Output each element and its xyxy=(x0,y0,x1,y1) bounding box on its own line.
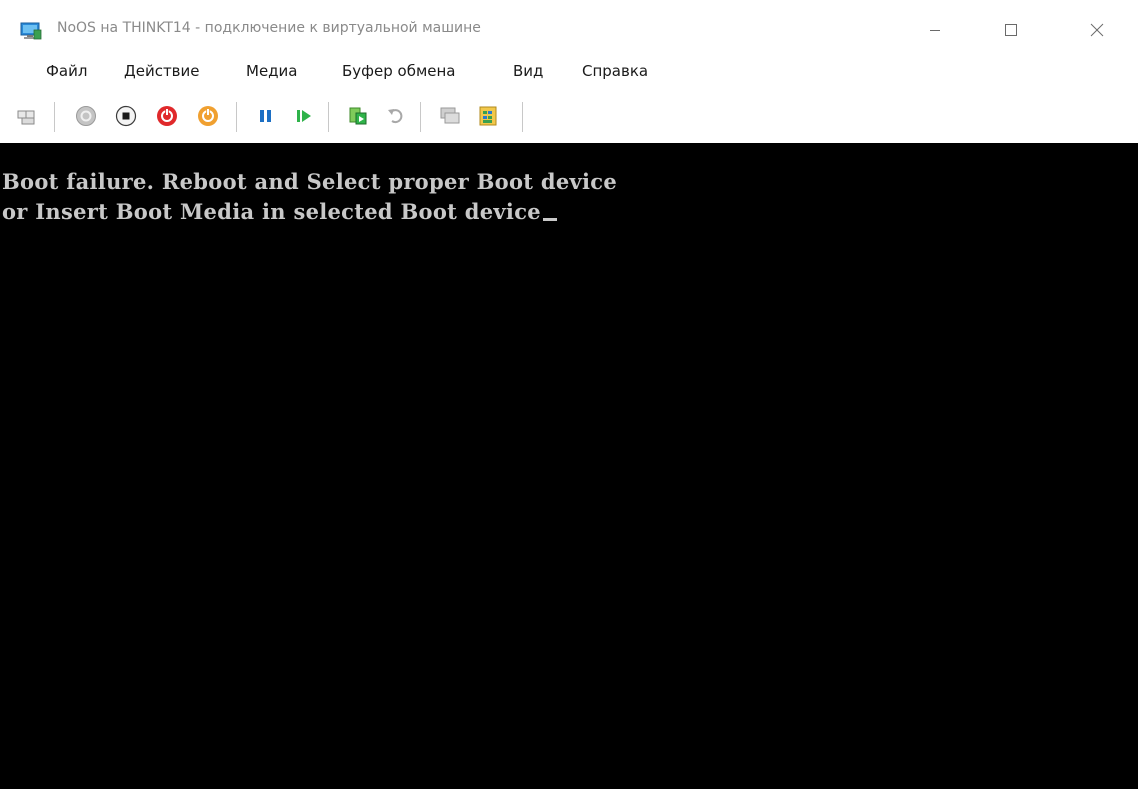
checkpoint-button[interactable] xyxy=(346,104,370,128)
boot-message-line-2: or Insert Boot Media in selected Boot de… xyxy=(2,199,557,224)
menu-clipboard[interactable]: Буфер обмена xyxy=(340,62,457,80)
toolbar-separator xyxy=(328,102,329,132)
turn-off-icon xyxy=(115,105,137,127)
revert-icon xyxy=(388,109,403,124)
boot-message-line-2-text: or Insert Boot Media in selected Boot de… xyxy=(2,199,541,224)
ctrl-alt-del-button[interactable] xyxy=(16,104,40,128)
enhanced-session-icon xyxy=(440,107,460,124)
resume-icon xyxy=(297,110,311,122)
enhanced-session-button[interactable] xyxy=(438,104,462,128)
menu-view[interactable]: Вид xyxy=(511,62,545,80)
close-icon xyxy=(1090,23,1104,37)
boot-message-line-1: Boot failure. Reboot and Select proper B… xyxy=(2,169,618,194)
title-bar[interactable]: NoOS на THINKT14 - подключение к виртуал… xyxy=(0,0,1138,60)
turn-off-button[interactable] xyxy=(114,104,138,128)
maximize-icon xyxy=(1005,24,1017,36)
start-icon xyxy=(76,106,96,126)
vm-connection-icon xyxy=(20,22,42,40)
menu-media[interactable]: Медиа xyxy=(244,62,299,80)
toolbar-separator xyxy=(522,102,523,132)
vm-connection-window: NoOS на THINKT14 - подключение к виртуал… xyxy=(0,0,1138,789)
toolbar xyxy=(0,96,1138,140)
menu-help[interactable]: Справка xyxy=(580,62,650,80)
minimize-icon xyxy=(930,30,940,31)
close-button[interactable] xyxy=(1074,0,1120,60)
toolbar-separator xyxy=(420,102,421,132)
share-button[interactable] xyxy=(476,104,500,128)
share-icon xyxy=(479,106,497,126)
toolbar-separator xyxy=(236,102,237,132)
text-cursor xyxy=(542,218,557,221)
start-button[interactable] xyxy=(74,104,98,128)
maximize-button[interactable] xyxy=(988,0,1034,60)
pause-button[interactable] xyxy=(254,104,278,128)
revert-button[interactable] xyxy=(384,104,408,128)
window-title: NoOS на THINKT14 - подключение к виртуал… xyxy=(57,20,481,36)
resume-button[interactable] xyxy=(292,104,316,128)
toolbar-separator xyxy=(54,102,55,132)
shutdown-button[interactable] xyxy=(155,104,179,128)
ctrl-alt-del-icon xyxy=(17,110,35,125)
vm-console-screen[interactable]: Boot failure. Reboot and Select proper B… xyxy=(0,143,1138,789)
checkpoint-icon xyxy=(349,107,367,125)
shutdown-icon xyxy=(157,106,177,126)
minimize-button[interactable] xyxy=(912,0,958,60)
menu-action[interactable]: Действие xyxy=(122,62,202,80)
menu-bar: Файл Действие Медиа Буфер обмена Вид Спр… xyxy=(0,60,1138,88)
menu-file[interactable]: Файл xyxy=(44,62,89,80)
pause-icon xyxy=(260,110,271,122)
save-button[interactable] xyxy=(196,104,220,128)
save-icon xyxy=(198,106,218,126)
